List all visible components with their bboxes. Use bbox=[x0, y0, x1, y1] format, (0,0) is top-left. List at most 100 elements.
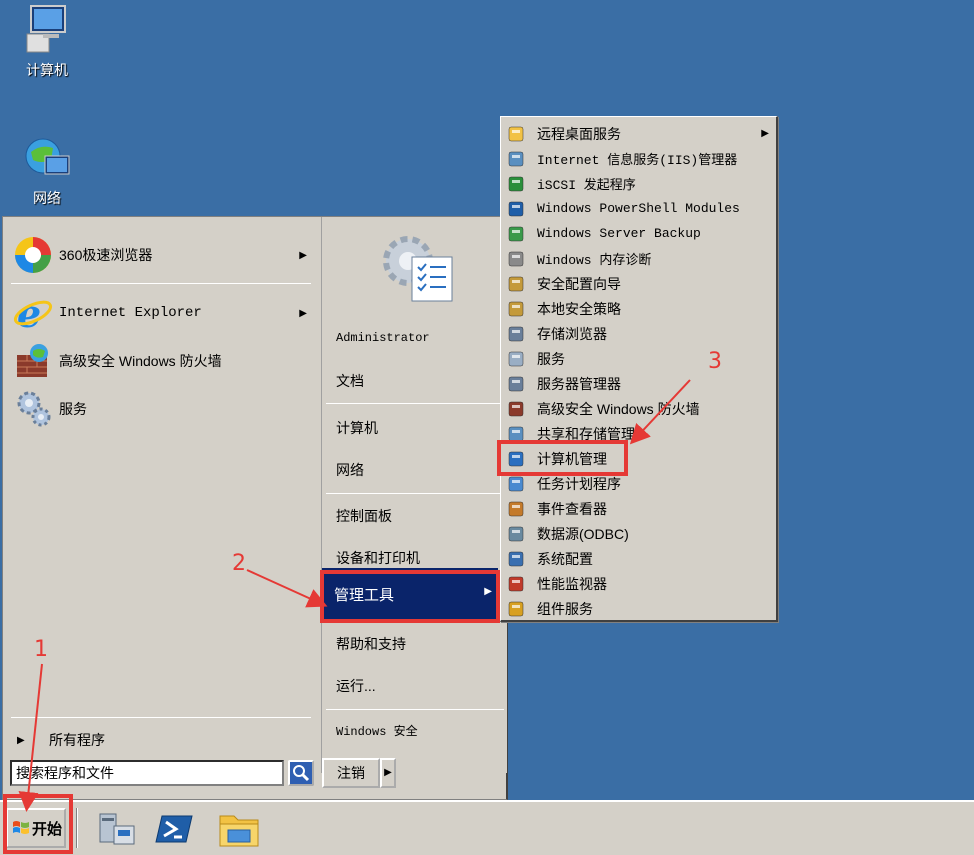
submenu-item[interactable]: 本地安全策略 bbox=[507, 296, 773, 321]
submenu-item[interactable]: Internet 信息服务(IIS)管理器 bbox=[507, 146, 773, 171]
submenu-item-label: 任务计划程序 bbox=[537, 475, 621, 492]
submenu-item-label: 安全配置向导 bbox=[537, 275, 621, 292]
powershell-icon bbox=[507, 200, 525, 218]
security-wizard-icon bbox=[507, 275, 525, 293]
search-input[interactable]: 搜索程序和文件 bbox=[10, 760, 284, 786]
all-programs-button[interactable]: ▶ 所有程序 bbox=[13, 725, 313, 755]
submenu-item[interactable]: 安全配置向导 bbox=[507, 271, 773, 296]
submenu-item[interactable]: 事件查看器 bbox=[507, 496, 773, 521]
server-manager-icon[interactable] bbox=[96, 808, 140, 848]
taskbar: 开始 bbox=[0, 800, 974, 855]
desktop-icon-network[interactable]: 网络 bbox=[12, 134, 82, 208]
submenu-item[interactable]: 性能监视器 bbox=[507, 571, 773, 596]
desktop-icon-label: 网络 bbox=[33, 190, 61, 206]
submenu-item-label: iSCSI 发起程序 bbox=[537, 178, 636, 193]
divider bbox=[11, 717, 311, 718]
firewall-icon bbox=[507, 400, 525, 418]
divider bbox=[326, 403, 504, 404]
submenu-item-label: 组件服务 bbox=[537, 600, 593, 617]
places-network[interactable]: 网络 bbox=[336, 457, 496, 483]
program-label: Internet Explorer bbox=[59, 305, 202, 321]
annotation-number: 3 bbox=[708, 349, 722, 374]
places-user[interactable]: Administrator bbox=[336, 325, 496, 351]
folder-icon bbox=[507, 125, 525, 143]
divider bbox=[11, 283, 311, 284]
submenu-item[interactable]: 高级安全 Windows 防火墙 bbox=[507, 396, 773, 421]
submenu-item-label: 数据源(ODBC) bbox=[537, 525, 629, 542]
submenu-item[interactable]: Windows Server Backup bbox=[507, 221, 773, 246]
backup-icon bbox=[507, 225, 525, 243]
program-label: 高级安全 Windows 防火墙 bbox=[59, 353, 222, 369]
places-windows-security[interactable]: Windows 安全 bbox=[336, 719, 496, 745]
admin-tools-submenu: 远程桌面服务 ▶ Internet 信息服务(IIS)管理器 iSCSI 发起程序 Wi… bbox=[500, 116, 778, 622]
submenu-item-label: 本地安全策略 bbox=[537, 300, 621, 317]
program-internet-explorer[interactable]: e Internet Explorer ▶ bbox=[13, 291, 313, 336]
explorer-folder-icon[interactable] bbox=[216, 808, 260, 848]
annotation-box-admin-tools bbox=[320, 570, 500, 623]
performance-monitor-icon bbox=[507, 575, 525, 593]
powershell-icon[interactable] bbox=[154, 808, 198, 848]
submenu-item-label: 远程桌面服务 bbox=[537, 125, 621, 142]
user-picture-icon bbox=[378, 227, 458, 307]
places-help-support[interactable]: 帮助和支持 bbox=[336, 631, 496, 657]
search-button[interactable] bbox=[288, 760, 314, 786]
submenu-item-label: 高级安全 Windows 防火墙 bbox=[537, 400, 700, 417]
submenu-arrow-icon: ▶ bbox=[761, 128, 769, 139]
submenu-item[interactable]: 远程桌面服务 ▶ bbox=[507, 121, 773, 146]
submenu-item[interactable]: 组件服务 bbox=[507, 596, 773, 621]
storage-explorer-icon bbox=[507, 325, 525, 343]
all-programs-label: 所有程序 bbox=[49, 732, 105, 748]
annotation-box-start bbox=[3, 794, 73, 854]
submenu-item-label: 服务器管理器 bbox=[537, 375, 621, 392]
start-menu-programs-pane: 360极速浏览器 ▶ e Internet Explorer ▶ 高级安全 Wi… bbox=[5, 221, 319, 766]
event-viewer-icon bbox=[507, 500, 525, 518]
places-control-panel[interactable]: 控制面板 bbox=[336, 503, 496, 529]
annotation-box-computer-management bbox=[497, 440, 628, 476]
submenu-item-label: 服务 bbox=[537, 350, 565, 367]
task-scheduler-icon bbox=[507, 475, 525, 493]
taskbar-divider bbox=[76, 808, 78, 848]
submenu-item[interactable]: 服务 bbox=[507, 346, 773, 371]
start-menu-places-pane: Administrator 文档 计算机 网络 控制面板 设备和打印机 帮助和支… bbox=[321, 217, 507, 773]
submenu-item[interactable]: 数据源(ODBC) bbox=[507, 521, 773, 546]
submenu-item[interactable]: Windows 内存诊断 bbox=[507, 246, 773, 271]
system-config-icon bbox=[507, 550, 525, 568]
submenu-item-label: 事件查看器 bbox=[537, 500, 607, 517]
program-label: 服务 bbox=[59, 401, 87, 417]
submenu-item[interactable]: 系统配置 bbox=[507, 546, 773, 571]
submenu-item-label: Internet 信息服务(IIS)管理器 bbox=[537, 153, 738, 168]
services-gear-icon bbox=[13, 389, 53, 429]
memory-diagnostic-icon bbox=[507, 250, 525, 268]
360-browser-icon bbox=[13, 235, 53, 275]
places-computer[interactable]: 计算机 bbox=[336, 415, 496, 441]
submenu-item-label: 性能监视器 bbox=[537, 575, 607, 592]
internet-explorer-icon: e bbox=[13, 291, 53, 336]
component-services-icon bbox=[507, 600, 525, 618]
local-security-policy-icon bbox=[507, 300, 525, 318]
divider bbox=[326, 493, 504, 494]
submenu-item[interactable]: iSCSI 发起程序 bbox=[507, 171, 773, 196]
submenu-item-label: Windows 内存诊断 bbox=[537, 253, 652, 268]
submenu-item[interactable]: 服务器管理器 bbox=[507, 371, 773, 396]
submenu-item-label: Windows Server Backup bbox=[537, 226, 701, 241]
computer-icon bbox=[23, 4, 71, 53]
search-placeholder: 搜索程序和文件 bbox=[16, 765, 114, 781]
submenu-item[interactable]: 存储浏览器 bbox=[507, 321, 773, 346]
program-services[interactable]: 服务 bbox=[13, 387, 313, 431]
desktop-icon-computer[interactable]: 计算机 bbox=[12, 4, 82, 80]
logoff-options-button[interactable]: ▶ bbox=[380, 758, 396, 788]
program-firewall[interactable]: 高级安全 Windows 防火墙 bbox=[13, 339, 313, 383]
iscsi-globe-icon bbox=[507, 175, 525, 193]
desktop-icon-label: 计算机 bbox=[26, 62, 68, 78]
expand-arrow-icon: ▶ bbox=[17, 734, 25, 746]
services-icon bbox=[507, 350, 525, 368]
places-run[interactable]: 运行... bbox=[336, 673, 496, 699]
program-360-browser[interactable]: 360极速浏览器 ▶ bbox=[13, 233, 313, 277]
start-menu: 360极速浏览器 ▶ e Internet Explorer ▶ 高级安全 Wi… bbox=[2, 216, 508, 800]
divider bbox=[326, 709, 504, 710]
network-globe-icon bbox=[23, 134, 71, 182]
submenu-item-label: Windows PowerShell Modules bbox=[537, 201, 740, 216]
logoff-button[interactable]: 注销 bbox=[322, 758, 380, 788]
submenu-item[interactable]: Windows PowerShell Modules bbox=[507, 196, 773, 221]
places-documents[interactable]: 文档 bbox=[336, 368, 496, 394]
